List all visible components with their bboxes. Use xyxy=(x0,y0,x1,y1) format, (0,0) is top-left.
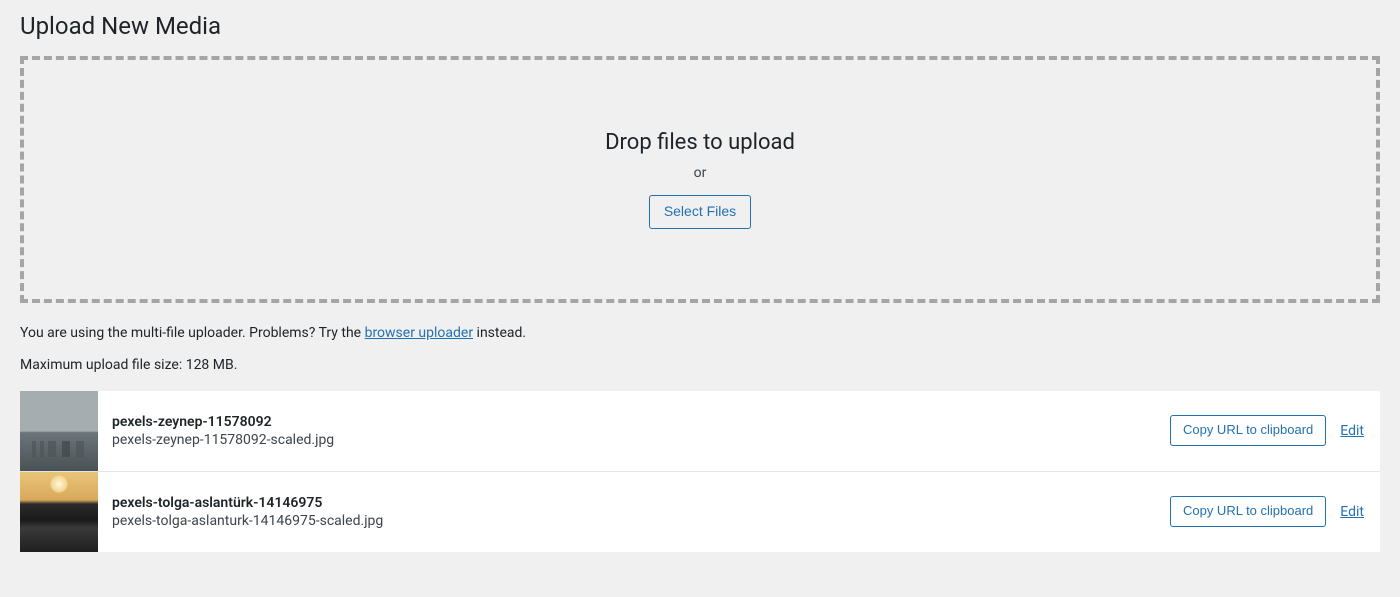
media-filename: pexels-tolga-aslanturk-14146975-scaled.j… xyxy=(112,513,1156,529)
edit-link[interactable]: Edit xyxy=(1340,504,1364,520)
browser-uploader-link[interactable]: browser uploader xyxy=(365,325,474,341)
media-filename: pexels-zeynep-11578092-scaled.jpg xyxy=(112,432,1156,448)
media-name: pexels-tolga-aslantürk-14146975 xyxy=(112,495,1156,511)
media-info: pexels-zeynep-11578092 pexels-zeynep-115… xyxy=(98,404,1170,458)
copy-url-button[interactable]: Copy URL to clipboard xyxy=(1170,496,1326,527)
media-list: pexels-zeynep-11578092 pexels-zeynep-115… xyxy=(20,391,1380,552)
max-upload-size: Maximum upload file size: 128 MB. xyxy=(20,357,1380,373)
drop-heading: Drop files to upload xyxy=(44,130,1356,155)
copy-url-button[interactable]: Copy URL to clipboard xyxy=(1170,415,1326,446)
media-thumbnail xyxy=(20,391,98,471)
media-item: pexels-zeynep-11578092 pexels-zeynep-115… xyxy=(20,391,1380,472)
media-item: pexels-tolga-aslantürk-14146975 pexels-t… xyxy=(20,472,1380,552)
select-files-button[interactable]: Select Files xyxy=(649,195,751,229)
uploader-note: You are using the multi-file uploader. P… xyxy=(20,325,1380,341)
drop-or-text: or xyxy=(44,165,1356,181)
uploader-note-prefix: You are using the multi-file uploader. P… xyxy=(20,325,365,341)
uploader-note-suffix: instead. xyxy=(473,325,526,341)
media-actions: Copy URL to clipboard Edit xyxy=(1170,415,1380,446)
media-name: pexels-zeynep-11578092 xyxy=(112,414,1156,430)
media-actions: Copy URL to clipboard Edit xyxy=(1170,496,1380,527)
drop-zone[interactable]: Drop files to upload or Select Files xyxy=(20,56,1380,303)
page-title: Upload New Media xyxy=(20,12,1380,40)
edit-link[interactable]: Edit xyxy=(1340,423,1364,439)
media-info: pexels-tolga-aslantürk-14146975 pexels-t… xyxy=(98,485,1170,539)
media-thumbnail xyxy=(20,472,98,552)
